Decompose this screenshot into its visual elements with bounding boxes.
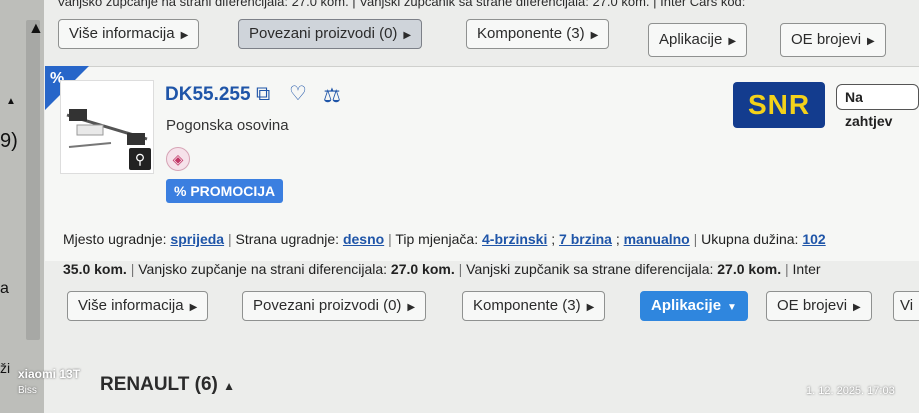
vzk-label: Vanjski zupčanik sa strane diferencijala… [466,261,714,277]
strana-value-link[interactable]: desno [343,231,384,247]
chevron-right-icon: ▶ [590,30,599,41]
chevron-right-icon: ▶ [189,302,198,313]
scroll-up-icon[interactable]: ▲ [28,20,44,38]
section-header[interactable]: RENAULT (6) ▲ [100,374,235,396]
top-info-text: Vanjsko zupčanje na strani diferencijala… [57,0,746,9]
chevron-down-icon: ▼ [727,302,737,313]
duzina-value-link[interactable]: 102 [802,231,825,247]
strana-label: Strana ugradnje: [235,231,340,247]
chevron-right-icon: ▶ [586,302,595,313]
mjesto-value-link[interactable]: sprijeda [170,231,224,247]
vz-label: Vanjsko zupčanje na strani diferencijala… [138,261,388,277]
applications-button[interactable]: Aplikacije ▼ [640,291,748,321]
more-info-button-top[interactable]: Više informacija ▶ [58,19,200,49]
chevron-right-icon: ▶ [867,36,875,47]
tip-value-1-link[interactable]: 4-brzinski [482,231,547,247]
brand-logo: SNR [733,82,825,128]
duzina-label: Ukupna dužina: [701,231,799,247]
compare-icon[interactable]: ⚖ [323,83,341,108]
zoom-icon[interactable]: ⚲ [129,148,151,170]
related-products-button[interactable]: Povezani proizvodi (0) ▶ [242,291,427,321]
oe-numbers-button[interactable]: OE brojevi ▶ [766,291,872,321]
more-button-cut[interactable]: Vi [893,291,919,321]
section-title: RENAULT (6) [100,374,218,395]
stock-status-badge: Na zahtjev [836,84,919,129]
tip-value-2-link[interactable]: 7 brzina [559,231,612,247]
left-scrollbar[interactable] [26,20,40,340]
components-button-top[interactable]: Komponente (3) ▶ [466,19,610,49]
mjesto-label: Mjesto ugradnje: [63,231,167,247]
chevron-right-icon: ▶ [407,302,416,313]
more-info-button[interactable]: Više informacija ▶ [67,291,209,321]
chevron-right-icon: ▶ [728,36,737,47]
chevron-right-icon: ▶ [180,30,189,41]
tip-label: Tip mjenjača: [395,231,479,247]
part-number[interactable]: DK55.255 [165,84,251,106]
related-products-button-top[interactable]: Povezani proizvodi (0) ▶ [238,19,423,49]
chevron-right-icon: ▶ [403,30,412,41]
applications-button-top[interactable]: Aplikacije ▶ [648,23,748,57]
scroll-up-small-icon[interactable]: ▲ [6,96,16,107]
left-fragment-c: ži [0,360,11,376]
product-name: Pogonska osovina [166,117,289,134]
spec-line-1: Mjesto ugradnje: sprijeda | Strana ugrad… [63,231,826,247]
left-fragment-b: a [0,280,9,297]
heart-icon[interactable]: ♡ [289,81,307,106]
oe-numbers-button-top[interactable]: OE brojevi ▶ [780,23,886,57]
vz-value: 27.0 kom. [390,261,455,277]
inter-label: Inter [792,261,821,277]
timestamp: 1. 12. 2025. 17:03 [806,385,895,397]
copy-icon[interactable]: ⧉ [256,83,270,106]
chevron-right-icon: ▶ [853,302,861,313]
camera-sub: Biss [18,385,37,396]
spec-line-2: 35.0 kom. | Vanjsko zupčanje na strani d… [63,261,821,277]
promo-badge: % PROMOCIJA [166,179,284,203]
chevron-up-icon: ▲ [223,379,236,393]
tip-value-3-link[interactable]: manualno [624,231,690,247]
camera-brand: xiaomi 13T [18,367,81,381]
components-button[interactable]: Komponente (3) ▶ [462,291,606,321]
vzk-value: 27.0 kom. [717,261,782,277]
kom-value: 35.0 kom. [63,261,127,277]
left-fragment-a: 9) [0,130,18,152]
package-icon: ◈ [166,147,190,171]
